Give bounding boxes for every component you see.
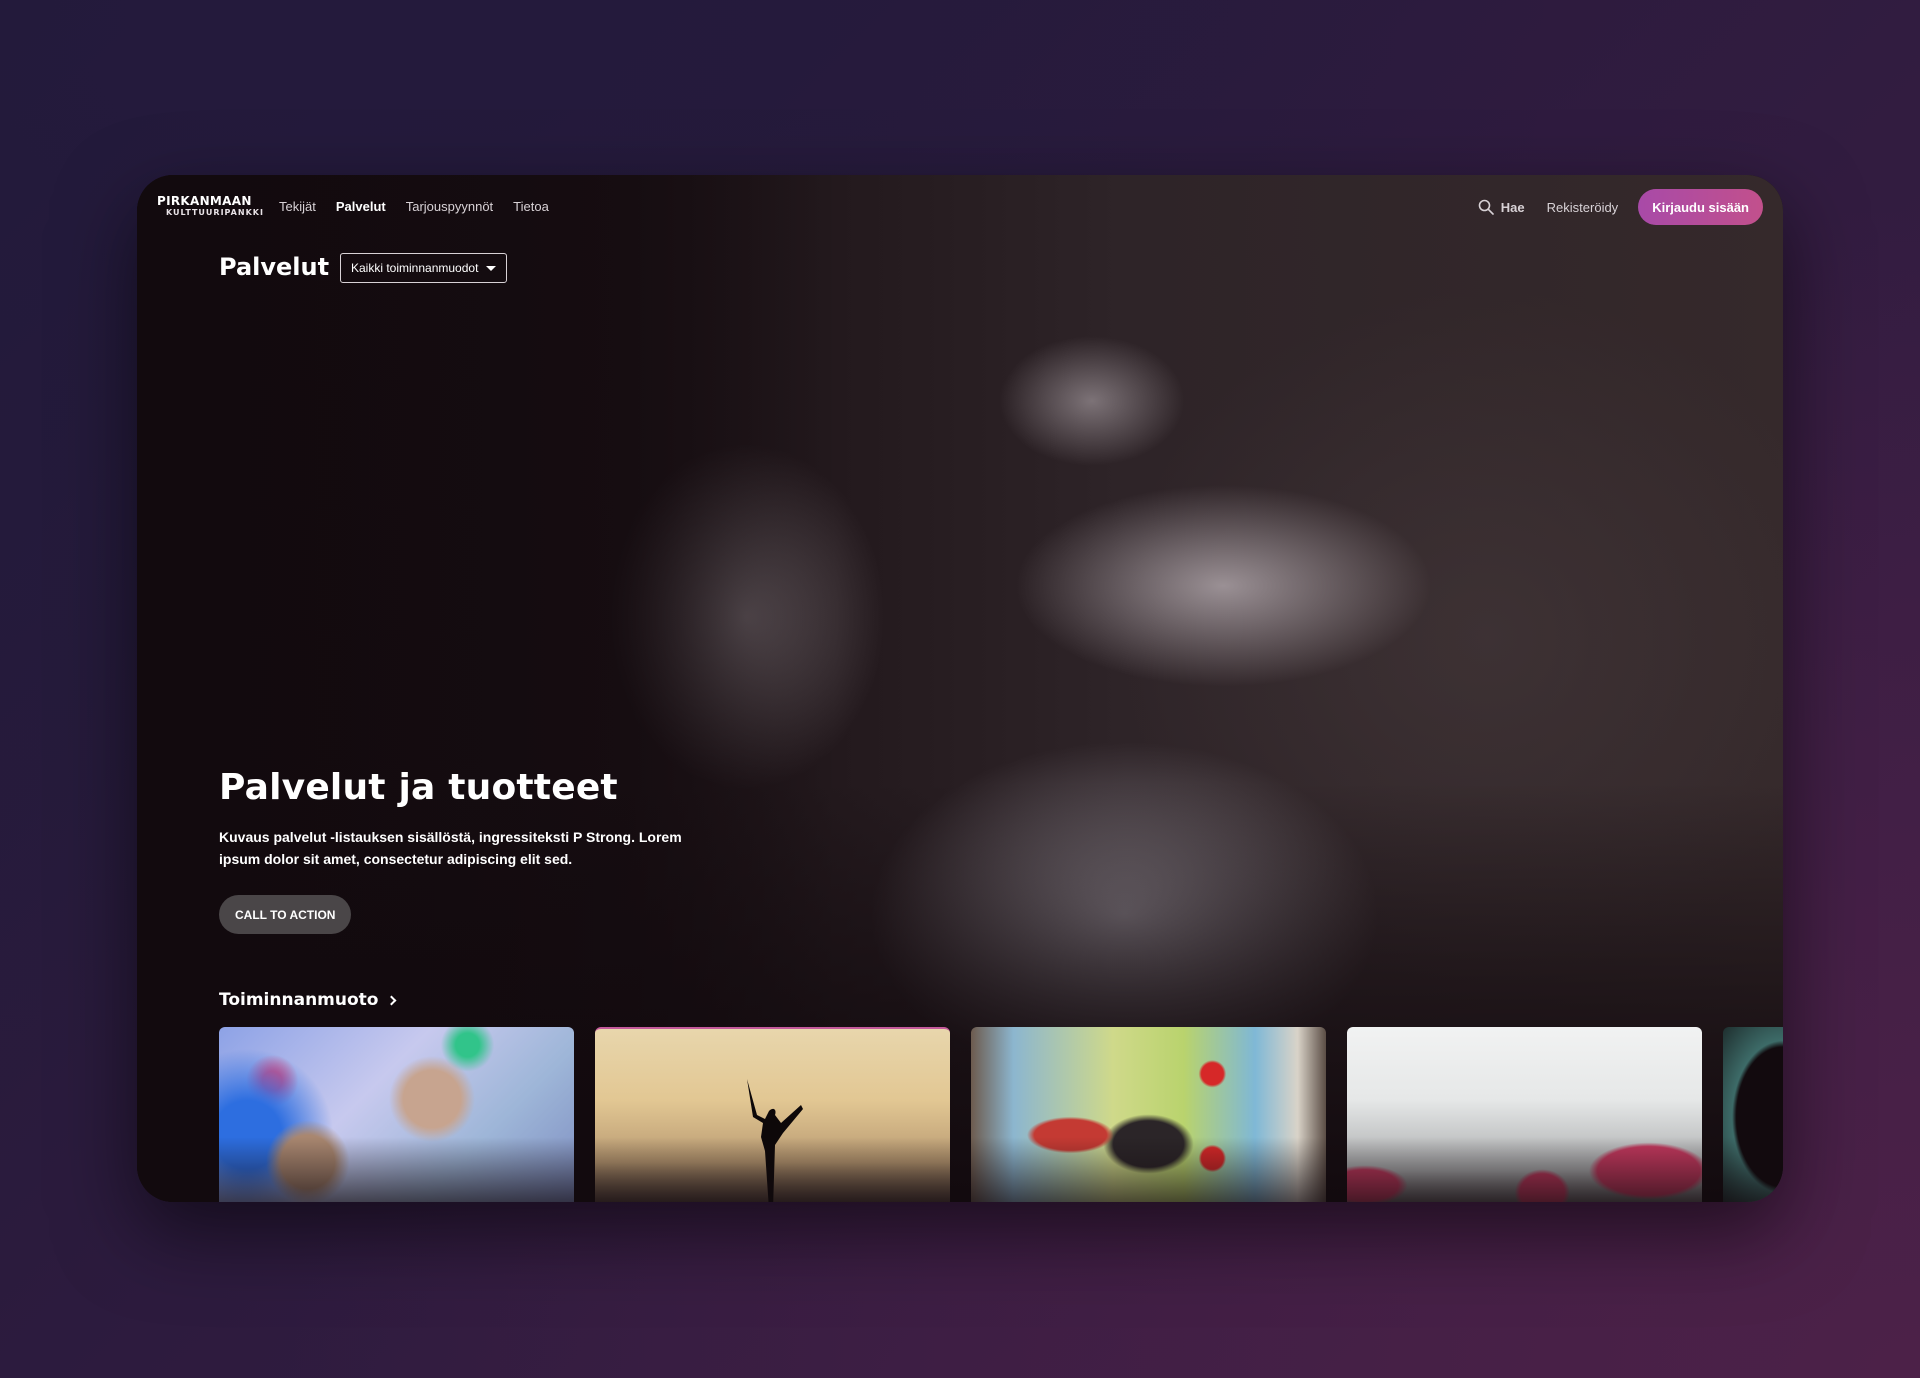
activity-filter-dropdown[interactable]: Kaikki toiminnanmuodot [340,253,508,283]
section-title: Toiminnanmuoto [219,990,379,1010]
card-carousel [219,1027,1783,1202]
card-dancer[interactable] [595,1027,950,1202]
search-label: Hae [1500,199,1525,215]
section-title-link[interactable]: Toiminnanmuoto [219,990,397,1010]
hero-description: Kuvaus palvelut -listauksen sisällöstä, … [219,829,682,867]
nav-link-tarjouspyynnot[interactable]: Tarjouspyynnöt [406,199,493,214]
register-link[interactable]: Rekisteröidy [1547,200,1619,215]
browser-window: PIRKANMAAN KULTTUURIPANKKI Tekijät Palve… [137,175,1783,1202]
search-button[interactable]: Hae [1478,199,1525,215]
card-forest-animals[interactable] [1347,1027,1702,1202]
top-navigation: PIRKANMAAN KULTTUURIPANKKI Tekijät Palve… [137,175,1783,243]
nav-link-palvelut[interactable]: Palvelut [336,199,386,214]
page-title: Palvelut [219,253,330,281]
nav-link-tekijat[interactable]: Tekijät [279,199,316,214]
dancer-silhouette [747,1079,803,1202]
site-logo[interactable]: PIRKANMAAN KULTTUURIPANKKI [157,195,264,217]
logo-line1: PIRKANMAAN [157,194,252,208]
nav-actions: Hae Rekisteröidy Kirjaudu sisään [1478,189,1763,225]
chevron-right-icon [387,995,397,1005]
logo-line2: KULTTUURIPANKKI [166,208,264,217]
card-string-lights[interactable] [219,1027,574,1202]
caret-down-icon [486,265,497,271]
hero-title: Palvelut ja tuotteet [219,767,618,808]
nav-link-tietoa[interactable]: Tietoa [513,199,549,214]
filter-selected-value: Kaikki toiminnanmuodot [351,261,479,275]
login-button[interactable]: Kirjaudu sisään [1638,189,1763,225]
call-to-action-button[interactable]: CALL TO ACTION [219,895,352,934]
nav-links: Tekijät Palvelut Tarjouspyynnöt Tietoa [279,199,549,214]
card-partial[interactable] [1723,1027,1783,1202]
search-icon [1478,199,1494,215]
card-library-performers[interactable] [971,1027,1326,1202]
